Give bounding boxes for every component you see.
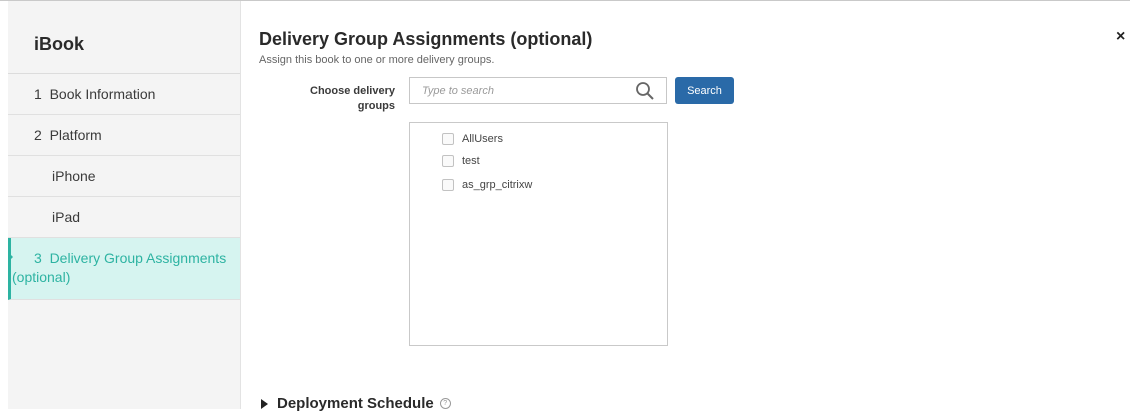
- list-item[interactable]: as_grp_citrixw: [442, 177, 532, 193]
- sidebar-item-label: 3 Delivery Group Assignments: [34, 250, 227, 266]
- choose-delivery-groups-label: Choose delivery groups: [281, 84, 395, 114]
- page-subtitle: Assign this book to one or more delivery…: [259, 54, 495, 66]
- search-button[interactable]: Search: [675, 77, 734, 104]
- active-marker-icon: [8, 252, 13, 262]
- main-panel: Delivery Group Assignments (optional) As…: [241, 0, 1130, 412]
- delivery-group-list[interactable]: AllUsers test as_grp_citrixw: [409, 122, 668, 346]
- list-item[interactable]: test: [442, 153, 480, 169]
- sidebar-item-ipad[interactable]: iPad: [8, 197, 240, 238]
- sidebar-item-label: 1 Book Information: [34, 86, 156, 102]
- checkbox[interactable]: [442, 179, 454, 191]
- sidebar-item-label: iPhone: [52, 168, 96, 184]
- checkbox[interactable]: [442, 133, 454, 145]
- caret-right-icon: [261, 398, 268, 409]
- sidebar-item-iphone[interactable]: iPhone: [8, 156, 240, 197]
- search-input[interactable]: [410, 78, 630, 103]
- section-title: Deployment Schedule: [277, 395, 434, 412]
- sidebar-item-label-line2: (optional): [12, 269, 71, 285]
- list-item[interactable]: AllUsers: [442, 131, 503, 147]
- search-box: [409, 77, 667, 104]
- sidebar: iBook 1 Book Information 2 Platform iPho…: [8, 1, 241, 409]
- group-label: test: [462, 155, 480, 167]
- group-label: as_grp_citrixw: [462, 179, 533, 191]
- sidebar-item-label: iPad: [52, 209, 81, 225]
- group-label: AllUsers: [462, 133, 503, 145]
- search-icon[interactable]: [635, 81, 655, 101]
- sidebar-item-label: 2 Platform: [34, 127, 102, 143]
- label-line2: groups: [357, 100, 395, 112]
- checkbox[interactable]: [442, 155, 454, 167]
- sidebar-item-book-information[interactable]: 1 Book Information: [8, 74, 240, 115]
- deployment-schedule-toggle[interactable]: Deployment Schedule ?: [261, 395, 451, 412]
- page-title: Delivery Group Assignments (optional): [259, 29, 593, 49]
- sidebar-item-delivery-group-assignments[interactable]: 3 Delivery Group Assignments (optional): [8, 238, 240, 300]
- sidebar-title: iBook: [8, 1, 240, 74]
- label-line1: Choose delivery: [310, 85, 395, 97]
- help-icon[interactable]: ?: [439, 398, 451, 409]
- sidebar-item-platform[interactable]: 2 Platform: [8, 115, 240, 156]
- close-icon[interactable]: ×: [1116, 28, 1125, 46]
